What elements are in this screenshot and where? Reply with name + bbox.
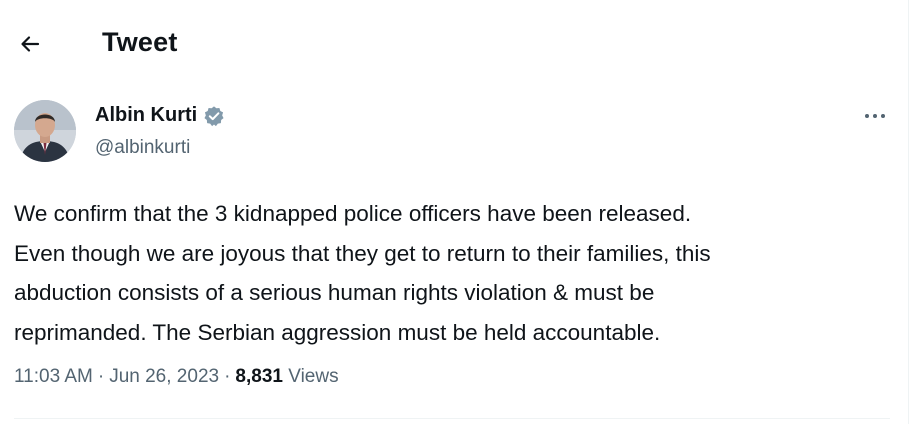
- tweet-text-line: Even though we are joyous that they get …: [14, 240, 711, 266]
- tweet-text-line: We confirm that the 3 kidnapped police o…: [14, 201, 692, 226]
- views-count: 8,831: [235, 366, 283, 387]
- views-label: Views: [288, 366, 339, 387]
- verified-badge-icon: [204, 105, 224, 126]
- author-handle[interactable]: @albinkurti: [95, 137, 190, 159]
- tweet-text: We confirm that the 3 kidnapped police o…: [14, 194, 894, 352]
- back-button[interactable]: [12, 26, 48, 62]
- more-options-button[interactable]: [860, 104, 890, 128]
- tweet-time[interactable]: 11:03 AM: [14, 366, 93, 388]
- tweet-page: Tweet Albin Kurti @albinkurti We confirm: [0, 0, 909, 424]
- arrow-left-icon: [21, 36, 40, 52]
- more-horizontal-icon: [865, 114, 885, 118]
- author-name-row: Albin Kurti: [95, 104, 225, 127]
- page-title: Tweet: [102, 27, 178, 57]
- tweet-text-line: abduction consists of a serious human ri…: [14, 280, 655, 305]
- avatar-image: [14, 100, 76, 162]
- meta-separator: ·: [224, 366, 231, 387]
- tweet-date[interactable]: Jun 26, 2023: [109, 366, 219, 388]
- tweet-text-line: reprimanded. The Serbian aggression must…: [14, 319, 661, 345]
- avatar[interactable]: [14, 100, 76, 162]
- tweet-meta: 11:03 AM · Jun 26, 2023 · 8,831 Views: [14, 366, 339, 388]
- divider: [14, 418, 890, 419]
- header-bar: Tweet: [0, 0, 900, 80]
- meta-separator: ·: [97, 366, 105, 387]
- author-name[interactable]: Albin Kurti: [95, 104, 197, 127]
